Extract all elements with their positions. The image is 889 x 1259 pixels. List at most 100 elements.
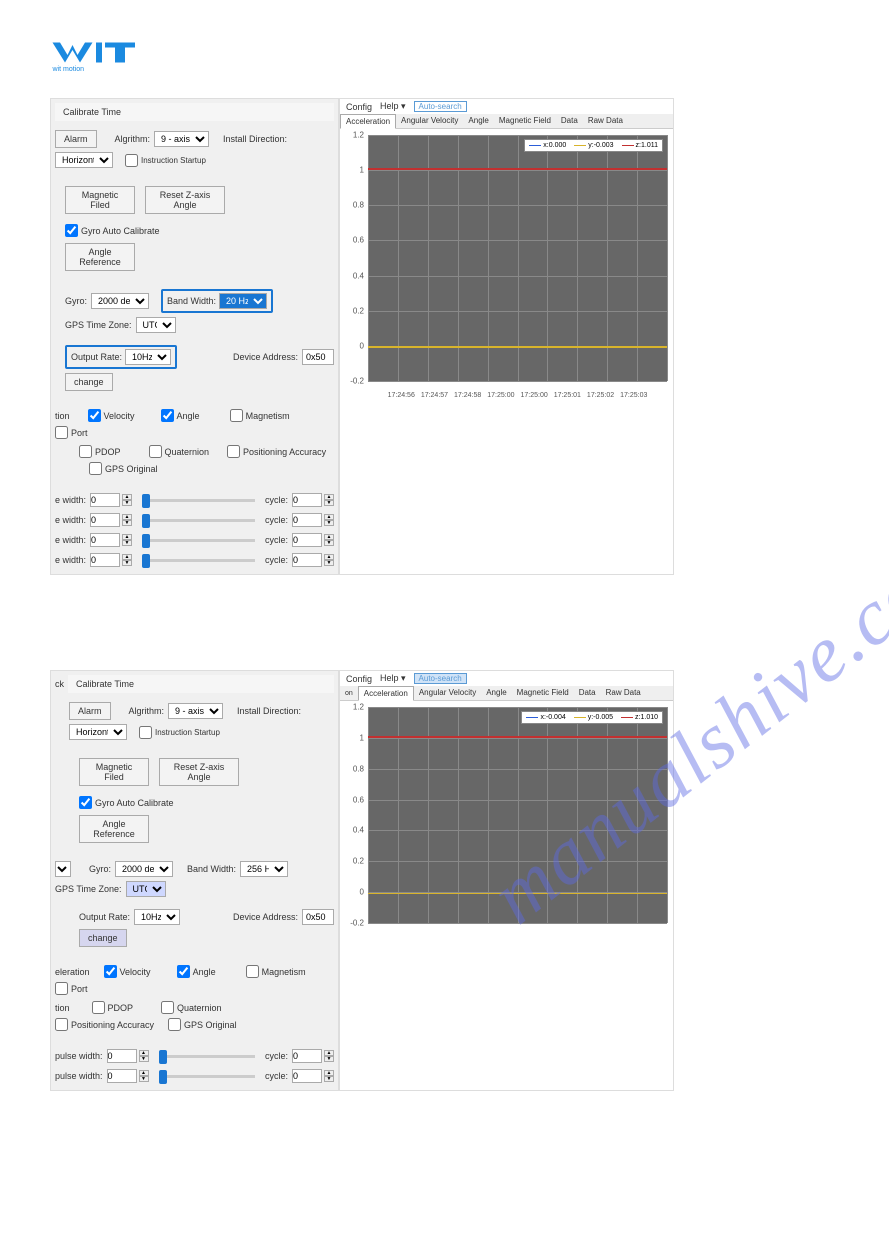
slider[interactable] [142,559,255,562]
menu-help[interactable]: Help ▾ [380,673,406,684]
width-spinner[interactable]: ▲▼ [90,493,132,507]
output-rate-label: Output Rate: [79,912,130,922]
angle-reference-button[interactable]: Angle Reference [65,243,135,271]
magnetic-filed-button[interactable]: Magnetic Filed [65,186,135,214]
config-panel-2: ck Calibrate Time Alarm Algrithm: 9 - ax… [50,670,339,1091]
tab-magnetic-field[interactable]: Magnetic Field [512,686,574,700]
gyro-auto-checkbox[interactable] [79,796,92,809]
slider[interactable] [159,1075,255,1078]
menu-config[interactable]: Config [346,102,372,112]
velocity-checkbox[interactable] [104,965,117,978]
slider[interactable] [142,499,255,502]
output-rate-select[interactable]: 10Hz [134,909,180,925]
chart-area: x:-0.004y:-0.005z:1.010-0.200.20.40.60.8… [340,701,673,941]
change-button[interactable]: change [65,373,113,391]
device-addr-input[interactable] [302,909,334,925]
slider[interactable] [159,1055,255,1058]
slider[interactable] [142,539,255,542]
gyro-select[interactable]: 2000 deg/s [91,293,149,309]
cycle-spinner[interactable]: ▲▼ [292,533,334,547]
config-panel-1: Calibrate Time Alarm Algrithm: 9 - axis … [50,98,339,575]
instruction-startup-label: Instruction Startup [155,728,220,737]
gyro-label: Gyro: [65,296,87,306]
gyro-select[interactable]: 2000 deg/s [115,861,173,877]
cycle-spinner[interactable]: ▲▼ [292,1049,334,1063]
chart-tabs: on Acceleration Angular Velocity Angle M… [340,686,673,701]
magnetic-filed-button[interactable]: Magnetic Filed [79,758,149,786]
tab-magnetic-field[interactable]: Magnetic Field [494,114,556,128]
port-checkbox[interactable] [55,982,68,995]
tab-angle[interactable]: Angle [463,114,493,128]
gps-original-checkbox[interactable] [168,1018,181,1031]
angle-reference-button[interactable]: Angle Reference [79,815,149,843]
algorithm-select[interactable]: 9 - axis [154,131,209,147]
tab-acceleration[interactable]: Acceleration [340,114,396,129]
gyro-auto-checkbox[interactable] [65,224,78,237]
port-checkbox[interactable] [55,426,68,439]
alarm-button[interactable]: Alarm [69,702,111,720]
cycle-spinner[interactable]: ▲▼ [292,513,334,527]
menu-config[interactable]: Config [346,674,372,684]
trunc-select[interactable] [55,861,71,877]
quaternion-checkbox[interactable] [161,1001,174,1014]
algorithm-label: Algrithm: [115,134,151,144]
tab-data[interactable]: Data [556,114,583,128]
device-addr-input[interactable] [302,349,334,365]
bandwidth-select[interactable]: 256 Hz [240,861,288,877]
auto-search[interactable]: Auto-search [414,673,467,684]
magnetism-checkbox[interactable] [230,409,243,422]
angle-checkbox[interactable] [161,409,174,422]
reset-z-button[interactable]: Reset Z-axis Angle [145,186,225,214]
tab-acceleration[interactable]: Acceleration [358,686,414,701]
reset-z-button[interactable]: Reset Z-axis Angle [159,758,239,786]
auto-search[interactable]: Auto-search [414,101,467,112]
install-direction-select[interactable]: Horizontal [55,152,113,168]
output-rate-highlight: Output Rate: 10Hz [65,345,177,369]
positioning-checkbox[interactable] [55,1018,68,1031]
bandwidth-label: Band Width: [167,296,216,306]
width-spinner[interactable]: ▲▼ [107,1069,149,1083]
svg-text:wit motion: wit motion [52,66,85,73]
gps-tz-select[interactable]: UTC [136,317,176,333]
tab-angular-velocity[interactable]: Angular Velocity [414,686,481,700]
angle-checkbox[interactable] [177,965,190,978]
velocity-checkbox[interactable] [88,409,101,422]
gps-tz-label: GPS Time Zone: [65,320,132,330]
quaternion-checkbox[interactable] [149,445,162,458]
gps-tz-label: GPS Time Zone: [55,884,122,894]
cycle-spinner[interactable]: ▲▼ [292,493,334,507]
instruction-startup-checkbox[interactable] [139,726,152,739]
menu-help[interactable]: Help ▾ [380,101,406,112]
pdop-checkbox[interactable] [79,445,92,458]
width-spinner[interactable]: ▲▼ [90,553,132,567]
cycle-spinner[interactable]: ▲▼ [292,1069,334,1083]
output-rate-select[interactable]: 10Hz [125,349,171,365]
chart-area: x:0.000y:-0.003z:1.011-0.200.20.40.60.81… [340,129,673,399]
slider[interactable] [142,519,255,522]
width-spinner[interactable]: ▲▼ [90,513,132,527]
install-direction-select[interactable]: Horizontal [69,724,127,740]
tab-raw-data[interactable]: Raw Data [601,686,646,700]
bandwidth-select[interactable]: 20 Hz [219,293,267,309]
gps-tz-select[interactable]: UTC [126,881,166,897]
change-button[interactable]: change [79,929,127,947]
cycle-spinner[interactable]: ▲▼ [292,553,334,567]
positioning-checkbox[interactable] [227,445,240,458]
tab-raw-data[interactable]: Raw Data [583,114,628,128]
panel-title: Calibrate Time [55,103,334,121]
tab-angular-velocity[interactable]: Angular Velocity [396,114,463,128]
magnetism-checkbox[interactable] [246,965,259,978]
algorithm-select[interactable]: 9 - axis [168,703,223,719]
tab-data[interactable]: Data [574,686,601,700]
alarm-button[interactable]: Alarm [55,130,97,148]
tab-angle[interactable]: Angle [481,686,511,700]
pdop-checkbox[interactable] [92,1001,105,1014]
width-spinner[interactable]: ▲▼ [107,1049,149,1063]
install-direction-label: Install Direction: [237,706,301,716]
width-spinner[interactable]: ▲▼ [90,533,132,547]
gyro-label: Gyro: [89,864,111,874]
instruction-startup-checkbox[interactable] [125,154,138,167]
gps-original-checkbox[interactable] [89,462,102,475]
tion-label: tion [55,1003,70,1013]
chart-tabs: Acceleration Angular Velocity Angle Magn… [340,114,673,129]
